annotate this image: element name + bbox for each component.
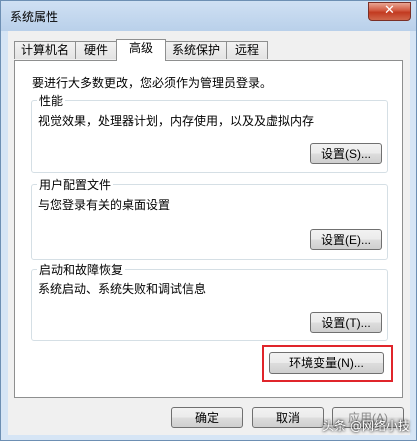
tab-advanced[interactable]: 高级 xyxy=(116,39,166,61)
watermark: 头条 @网络小技 xyxy=(322,419,410,433)
performance-title: 性能 xyxy=(37,92,66,109)
performance-desc: 视觉效果，处理器计划，内存使用，以及及虚拟内存 xyxy=(38,114,315,128)
close-button[interactable]: ✕ xyxy=(368,2,411,21)
admin-notice: 要进行大多数更改，您必须作为管理员登录。 xyxy=(32,76,273,90)
startup-recovery-settings-button[interactable]: 设置(T)... xyxy=(310,312,382,333)
user-profile-desc: 与您登录有关的桌面设置 xyxy=(38,198,171,212)
performance-settings-button[interactable]: 设置(S)... xyxy=(310,143,382,164)
window-title: 系统属性 xyxy=(10,10,59,24)
dialog-body: 计算机名 硬件 高级 系统保护 远程 要进行大多数更改，您必须作为管理员登录。 … xyxy=(8,31,410,435)
environment-variables-button[interactable]: 环境变量(N)... xyxy=(269,352,384,374)
startup-recovery-title: 启动和故障恢复 xyxy=(37,261,126,278)
system-properties-window: 系统属性 ✕ 计算机名 硬件 高级 系统保护 远程 要进行大多数更改，您必须作为… xyxy=(0,0,417,441)
ok-button[interactable]: 确定 xyxy=(171,407,243,428)
close-icon: ✕ xyxy=(384,3,395,18)
tab-hardware[interactable]: 硬件 xyxy=(75,41,117,59)
startup-recovery-desc: 系统启动、系统失败和调试信息 xyxy=(38,282,207,296)
user-profile-settings-button[interactable]: 设置(E)... xyxy=(310,229,382,250)
cancel-button[interactable]: 取消 xyxy=(252,407,324,428)
title-bar[interactable]: 系统属性 ✕ xyxy=(1,1,416,31)
tab-remote[interactable]: 远程 xyxy=(226,41,268,59)
user-profile-title: 用户配置文件 xyxy=(37,176,114,193)
tab-system-protection[interactable]: 系统保护 xyxy=(165,41,227,59)
performance-group: 性能 视觉效果，处理器计划，内存使用，以及及虚拟内存 设置(S)... xyxy=(31,92,388,173)
user-profile-group: 用户配置文件 与您登录有关的桌面设置 设置(E)... xyxy=(31,176,388,260)
advanced-panel: 要进行大多数更改，您必须作为管理员登录。 性能 视觉效果，处理器计划，内存使用，… xyxy=(14,60,403,398)
startup-recovery-group: 启动和故障恢复 系统启动、系统失败和调试信息 设置(T)... xyxy=(31,261,388,341)
tab-computer-name[interactable]: 计算机名 xyxy=(14,41,76,59)
